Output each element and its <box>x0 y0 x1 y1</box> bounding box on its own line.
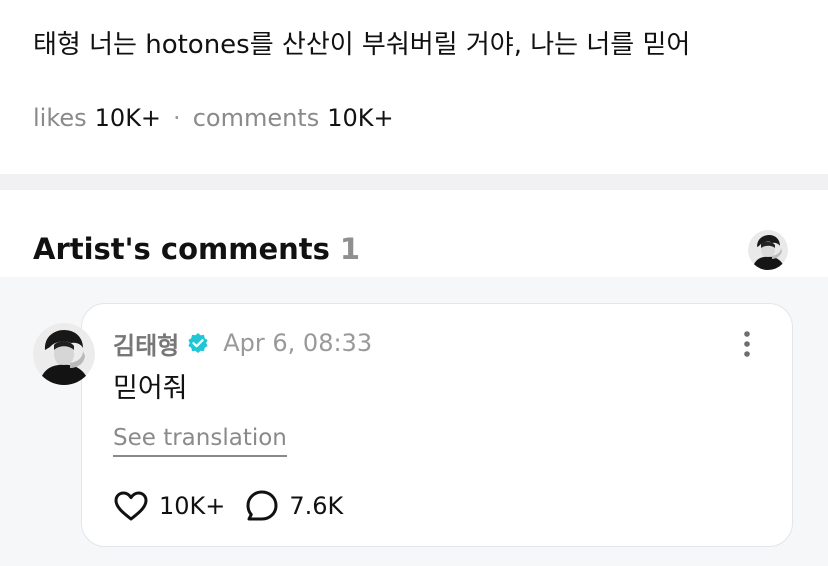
comment-author-row: 김태형 Apr 6, 08:33 <box>113 326 372 360</box>
more-options-icon[interactable] <box>733 328 761 360</box>
comments-label: comments <box>192 104 320 132</box>
like-button[interactable]: 10K+ <box>113 490 225 522</box>
artist-comments-header: Artist's comments 1 <box>33 229 360 269</box>
comment-author-avatar[interactable] <box>33 323 95 385</box>
verified-badge-icon <box>187 332 209 354</box>
artist-comments-count: 1 <box>339 232 361 266</box>
comment-body: 믿어줘 <box>113 373 188 404</box>
post-detail-page: 태형 너는 hotones를 산산이 부숴버릴 거야, 나는 너를 믿어 lik… <box>0 0 828 566</box>
comment-timestamp: Apr 6, 08:33 <box>223 329 373 357</box>
heart-icon <box>114 491 148 521</box>
stats-separator: · <box>173 104 181 132</box>
likes-label: likes <box>33 104 87 132</box>
comment-actions: 10K+ 7.6K <box>113 488 343 524</box>
section-divider <box>0 174 828 190</box>
comments-count[interactable]: 10K+ <box>327 104 393 132</box>
artist-avatar-icon <box>748 230 788 270</box>
comment-author-name[interactable]: 김태형 <box>113 326 179 361</box>
comment-bubble-icon <box>246 490 278 521</box>
post-stats: likes 10K+ · comments 10K+ <box>33 101 394 135</box>
likes-count[interactable]: 10K+ <box>95 104 161 132</box>
post-text: 태형 너는 hotones를 산산이 부숴버릴 거야, 나는 너를 믿어 <box>33 30 691 60</box>
like-count: 10K+ <box>159 492 226 520</box>
reply-button[interactable]: 7.6K <box>245 489 343 523</box>
artist-avatar-icon <box>33 323 95 385</box>
artist-avatar-small[interactable] <box>748 230 788 270</box>
artist-comments-title: Artist's comments <box>33 232 330 266</box>
see-translation-link[interactable]: See translation <box>113 423 287 457</box>
reply-count: 7.6K <box>289 492 344 520</box>
